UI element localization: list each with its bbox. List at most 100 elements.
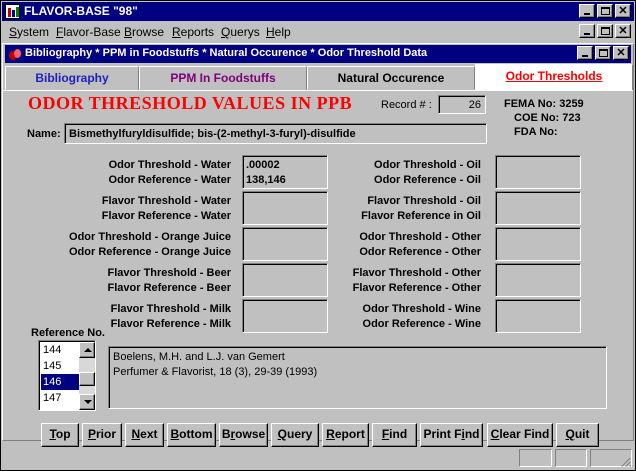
child-restore-button[interactable]	[597, 24, 613, 38]
tab-natural-occurence[interactable]: Natural Occurence	[307, 66, 475, 90]
odor-threshold-water-field[interactable]: .00002 138,146	[242, 155, 328, 189]
flavor-reference-beer-label: Flavor Reference - Beer	[107, 282, 232, 294]
clear-find-button[interactable]: Clear Find	[487, 423, 553, 447]
odor-threshold-other-label: Odor Threshold - Other	[359, 231, 481, 243]
status-panel-1	[519, 449, 552, 467]
odor-threshold-wine-field[interactable]	[495, 299, 581, 333]
flavor-threshold-milk-label: Flavor Threshold - Milk	[110, 303, 231, 315]
odor-threshold-oil-label: Odor Threshold - Oil	[374, 159, 481, 171]
page-title: ODOR THRESHOLD VALUES IN PPB	[28, 93, 353, 113]
fema-number: FEMA No: 3259	[504, 98, 584, 110]
status-bar	[2, 447, 634, 469]
browse-button[interactable]: Browse	[219, 423, 268, 447]
name-label: Name:	[27, 128, 61, 140]
odor-reference-oil-label: Odor Reference - Oil	[374, 174, 481, 186]
reference-label: Reference No.	[31, 327, 105, 339]
flavor-reference-in-oil-label: Flavor Reference in Oil	[361, 210, 481, 222]
close-icon: ✕	[616, 47, 626, 59]
flavor-threshold-other-field[interactable]	[495, 263, 581, 297]
app-minimize-button[interactable]	[579, 4, 595, 18]
scroll-down-button[interactable]	[79, 394, 95, 410]
flavor-reference-other-label: Flavor Reference - Other	[352, 282, 481, 294]
odor-reference-orange-juice-label: Odor Reference - Orange Juice	[69, 246, 231, 258]
flavor-threshold-oil-label: Flavor Threshold - Oil	[367, 195, 481, 207]
flavor-threshold-beer-field[interactable]	[242, 263, 328, 297]
print-find-button[interactable]: Print Find	[420, 423, 483, 447]
menu-bar: System Flavor-Base Browse Reports Querys…	[2, 22, 634, 41]
query-button[interactable]: Query	[271, 423, 319, 447]
odor-threshold-orange-juice-field[interactable]	[242, 227, 328, 261]
scroll-up-button[interactable]	[79, 342, 95, 358]
reference-detail-box: Boelens, M.H. and L.J. van Gemert Perfum…	[108, 346, 607, 409]
quit-button[interactable]: Quit	[556, 423, 599, 447]
flavor-base-app-icon[interactable]	[5, 4, 20, 19]
application-window: FLAVOR-BASE "98" ✕ System Flavor-Base Br…	[0, 0, 636, 471]
report-button[interactable]: Report	[322, 423, 369, 447]
menu-system[interactable]: System	[9, 25, 49, 39]
flavor-threshold-oil-field[interactable]	[495, 191, 581, 225]
resize-grip-icon[interactable]	[620, 455, 632, 467]
arrow-up-icon	[84, 348, 92, 352]
scroll-thumb[interactable]	[79, 372, 95, 386]
odor-reference-wine-label: Odor Reference - Wine	[362, 318, 481, 330]
child-close-button[interactable]: ✕	[615, 24, 631, 38]
window-maximize-button[interactable]	[595, 46, 611, 60]
odor-reference-water-label: Odor Reference - Water	[108, 174, 231, 186]
record-label: Record # :	[381, 99, 432, 111]
fda-number: FDA No:	[514, 126, 558, 138]
reference-list-scrollbar[interactable]	[79, 342, 95, 410]
menu-reports[interactable]: Reports	[172, 25, 214, 39]
app-close-button[interactable]: ✕	[615, 4, 631, 18]
document-icon[interactable]	[8, 47, 22, 61]
prior-button[interactable]: Prior	[82, 423, 122, 447]
flavor-threshold-water-field[interactable]	[242, 191, 328, 225]
flavor-reference-milk-label: Flavor Reference - Milk	[110, 318, 231, 330]
bottom-button[interactable]: Bottom	[167, 423, 216, 447]
menu-flavor-base[interactable]: Flavor-Base	[56, 25, 121, 39]
odor-threshold-wine-label: Odor Threshold - Wine	[362, 303, 481, 315]
find-button[interactable]: Find	[372, 423, 417, 447]
odor-reference-other-label: Odor Reference - Other	[359, 246, 481, 258]
top-button[interactable]: Top	[41, 423, 79, 447]
reference-list-item[interactable]: 146	[41, 374, 79, 390]
reference-list-item[interactable]: 147	[41, 390, 79, 406]
tab-odor-thresholds[interactable]: Odor Thresholds	[475, 64, 633, 91]
odor-threshold-orange-juice-label: Odor Threshold - Orange Juice	[69, 231, 231, 243]
window-close-button[interactable]: ✕	[613, 46, 629, 60]
reference-list-item[interactable]: 144	[41, 342, 79, 358]
reference-number-list[interactable]: 144 145 146 147	[38, 340, 96, 411]
menu-help[interactable]: Help	[266, 25, 291, 39]
flavor-threshold-beer-label: Flavor Threshold - Beer	[107, 267, 231, 279]
odor-reference-water-value: 138,146	[246, 174, 286, 186]
window-minimize-button[interactable]	[577, 46, 593, 60]
maximize-icon	[601, 7, 610, 15]
odor-threshold-other-field[interactable]	[495, 227, 581, 261]
reference-list-item[interactable]: 145	[41, 358, 79, 374]
maximize-icon	[599, 49, 608, 57]
close-icon: ✕	[618, 25, 628, 37]
flavor-threshold-milk-field[interactable]	[242, 299, 328, 333]
record-number-field: 26	[438, 95, 486, 114]
flavor-threshold-other-label: Flavor Threshold - Other	[352, 267, 481, 279]
tab-ppm-in-foodstuffs[interactable]: PPM In Foodstuffs	[139, 66, 307, 90]
odor-threshold-water-label: Odor Threshold - Water	[108, 159, 231, 171]
tab-bibliography[interactable]: Bibliography	[5, 66, 139, 90]
minimize-icon	[584, 13, 590, 15]
flavor-reference-water-label: Flavor Reference - Water	[101, 210, 231, 222]
minimize-icon	[582, 55, 588, 57]
app-maximize-button[interactable]	[597, 4, 613, 18]
child-minimize-button[interactable]	[579, 24, 595, 38]
app-title-bar[interactable]: FLAVOR-BASE "98" ✕	[2, 2, 634, 21]
child-title-bar[interactable]: Bibliography * PPM in Foodstuffs * Natur…	[5, 45, 631, 63]
close-icon: ✕	[618, 5, 628, 17]
child-title: Bibliography * PPM in Foodstuffs * Natur…	[25, 47, 428, 59]
odor-threshold-oil-field[interactable]	[495, 155, 581, 189]
maximize-icon	[601, 27, 610, 35]
status-panel-2	[555, 449, 587, 467]
minimize-icon	[584, 33, 590, 35]
next-button[interactable]: Next	[125, 423, 164, 447]
name-field[interactable]: Bismethylfuryldisulfide; bis-(2-methyl-3…	[64, 123, 487, 144]
menu-browse[interactable]: Browse	[124, 25, 164, 39]
odor-threshold-water-value: .00002	[246, 159, 280, 171]
menu-querys[interactable]: Querys	[221, 25, 260, 39]
